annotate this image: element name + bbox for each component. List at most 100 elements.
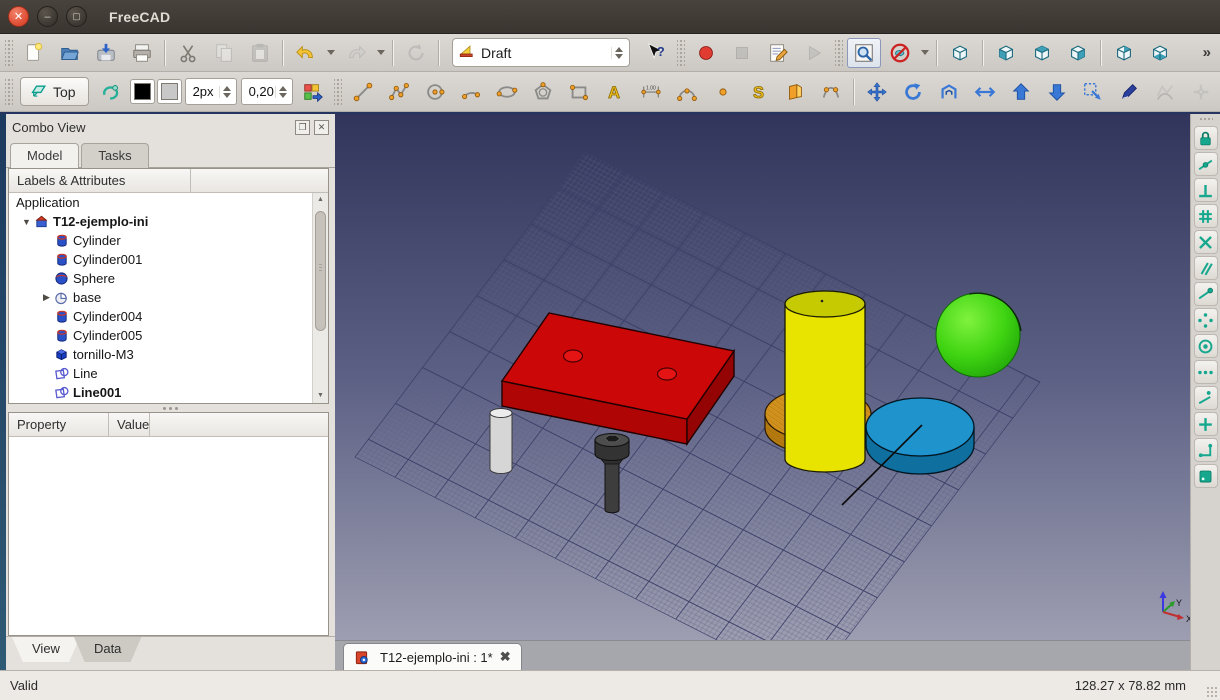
tree-item-tornillo-m3[interactable]: tornillo-M3 (9, 345, 312, 364)
window-maximize-button[interactable]: ▢ (66, 6, 87, 27)
resize-grip[interactable] (1206, 686, 1218, 698)
snap-near-toggle[interactable] (1194, 386, 1218, 410)
line-color-swatch[interactable] (130, 79, 155, 104)
draft-rectangle-button[interactable] (562, 77, 596, 107)
line-width-spinbox[interactable]: 2px (185, 78, 237, 105)
draft-bspline-button[interactable] (670, 77, 704, 107)
redo-button[interactable] (339, 38, 373, 68)
combo-spinner[interactable] (611, 47, 626, 59)
copy-button[interactable] (207, 38, 241, 68)
spin-arrows[interactable] (275, 86, 290, 98)
snap-grid-toggle[interactable] (1194, 204, 1218, 228)
draft-point-button[interactable] (706, 77, 740, 107)
view-rear-button[interactable] (1107, 38, 1141, 68)
draft-dimension-button[interactable]: 1.00 (634, 77, 668, 107)
cylinder005-object[interactable] (785, 291, 865, 472)
macro-record-button[interactable] (689, 38, 723, 68)
view-bottom-button[interactable] (1143, 38, 1177, 68)
workbench-selector[interactable]: Draft (452, 38, 630, 67)
macro-play-button[interactable] (797, 38, 831, 68)
tree-item-line[interactable]: Line (9, 364, 312, 383)
draft-circle-button[interactable] (418, 77, 452, 107)
face-color-swatch[interactable] (157, 79, 182, 104)
draft-text-button[interactable]: A (598, 77, 632, 107)
toolbar-handle[interactable] (5, 79, 13, 105)
autogroup-button[interactable] (296, 77, 330, 107)
snap-intersection-toggle[interactable] (1194, 230, 1218, 254)
open-document-button[interactable] (53, 38, 87, 68)
tab-tasks[interactable]: Tasks (81, 143, 148, 168)
tree-item-cylinder005[interactable]: Cylinder005 (9, 326, 312, 345)
draw-style-dropdown[interactable] (918, 38, 932, 68)
toolbar-handle[interactable] (334, 79, 342, 105)
draft-wire-to-bspline-button[interactable] (1148, 77, 1182, 107)
macro-edit-button[interactable] (761, 38, 795, 68)
spin-arrows[interactable] (219, 86, 234, 98)
snap-parallel-toggle[interactable] (1194, 256, 1218, 280)
scroll-down-arrow[interactable]: ▼ (313, 389, 328, 403)
view-front-button[interactable] (989, 38, 1023, 68)
draft-facebinder-button[interactable] (778, 77, 812, 107)
draft-add-point-button[interactable] (1184, 77, 1218, 107)
print-button[interactable] (125, 38, 159, 68)
tree-item-sphere[interactable]: Sphere (9, 269, 312, 288)
view-axonometric-button[interactable] (943, 38, 977, 68)
cylinder-blue-object[interactable] (866, 398, 974, 474)
whats-this-button[interactable]: ? (639, 38, 673, 68)
snap-center-toggle[interactable] (1194, 334, 1218, 358)
toolbar-handle[interactable] (677, 40, 685, 66)
panel-splitter[interactable] (6, 404, 335, 412)
draft-wire-button[interactable] (382, 77, 416, 107)
tree-item-application[interactable]: Application (9, 193, 312, 212)
construction-mode-button[interactable] (94, 77, 128, 107)
snap-perpendicular-toggle[interactable] (1194, 178, 1218, 202)
undo-button[interactable] (289, 38, 323, 68)
redo-history-dropdown[interactable] (374, 38, 388, 68)
draft-downgrade-button[interactable] (1040, 77, 1074, 107)
snap-ortho-toggle[interactable] (1194, 412, 1218, 436)
draft-arc-button[interactable] (454, 77, 488, 107)
draft-upgrade-button[interactable] (1004, 77, 1038, 107)
view-top-button[interactable] (1025, 38, 1059, 68)
save-document-button[interactable] (89, 38, 123, 68)
tab-data[interactable]: Data (74, 637, 141, 662)
window-close-button[interactable]: ✕ (8, 6, 29, 27)
sphere-object[interactable] (936, 293, 1021, 377)
dock-close-button[interactable]: ✕ (314, 120, 329, 135)
draw-style-button[interactable] (883, 38, 917, 68)
snap-midpoint-toggle[interactable] (1194, 152, 1218, 176)
draft-scale-button[interactable] (1076, 77, 1110, 107)
expander-icon[interactable]: ▶ (39, 292, 54, 303)
tab-model[interactable]: Model (10, 143, 79, 168)
toolbar-handle[interactable] (5, 40, 13, 66)
cylinder-pin-object[interactable] (490, 409, 512, 474)
tree-item-line001[interactable]: Line001 (9, 383, 312, 402)
snap-lock-toggle[interactable] (1194, 126, 1218, 150)
working-plane-button[interactable]: Top (20, 77, 89, 106)
tree-item-t12-ejemplo-ini[interactable]: ▼T12-ejemplo-ini (9, 212, 312, 231)
expander-icon[interactable]: ▼ (19, 217, 34, 227)
window-minimize-button[interactable]: – (37, 6, 58, 27)
cut-button[interactable] (171, 38, 205, 68)
draft-edit-button[interactable] (1112, 77, 1146, 107)
toolbar-handle[interactable] (835, 40, 843, 66)
draft-shapestring-button[interactable]: S (742, 77, 776, 107)
draft-offset-button[interactable] (932, 77, 966, 107)
snap-endpoint-toggle[interactable] (1194, 282, 1218, 306)
tree-item-cylinder004[interactable]: Cylinder004 (9, 307, 312, 326)
new-document-button[interactable] (17, 38, 51, 68)
draft-trimex-button[interactable] (968, 77, 1002, 107)
undo-history-dropdown[interactable] (324, 38, 338, 68)
text-size-spinbox[interactable]: 0,20 (241, 78, 293, 105)
snap-extension-toggle[interactable] (1194, 360, 1218, 384)
tree-scrollbar[interactable]: ▲ ▼ (312, 193, 328, 403)
snap-working-plane-toggle[interactable] (1194, 464, 1218, 488)
paste-button[interactable] (243, 38, 277, 68)
scroll-up-arrow[interactable]: ▲ (313, 193, 328, 207)
tree-item-cylinder001[interactable]: Cylinder001 (9, 250, 312, 269)
dock-float-button[interactable]: ❐ (295, 120, 310, 135)
document-tab-close-icon[interactable]: ✖ (500, 649, 511, 665)
3d-viewport[interactable]: Y X (335, 114, 1190, 640)
draft-bezier-button[interactable] (814, 77, 848, 107)
view-right-button[interactable] (1061, 38, 1095, 68)
